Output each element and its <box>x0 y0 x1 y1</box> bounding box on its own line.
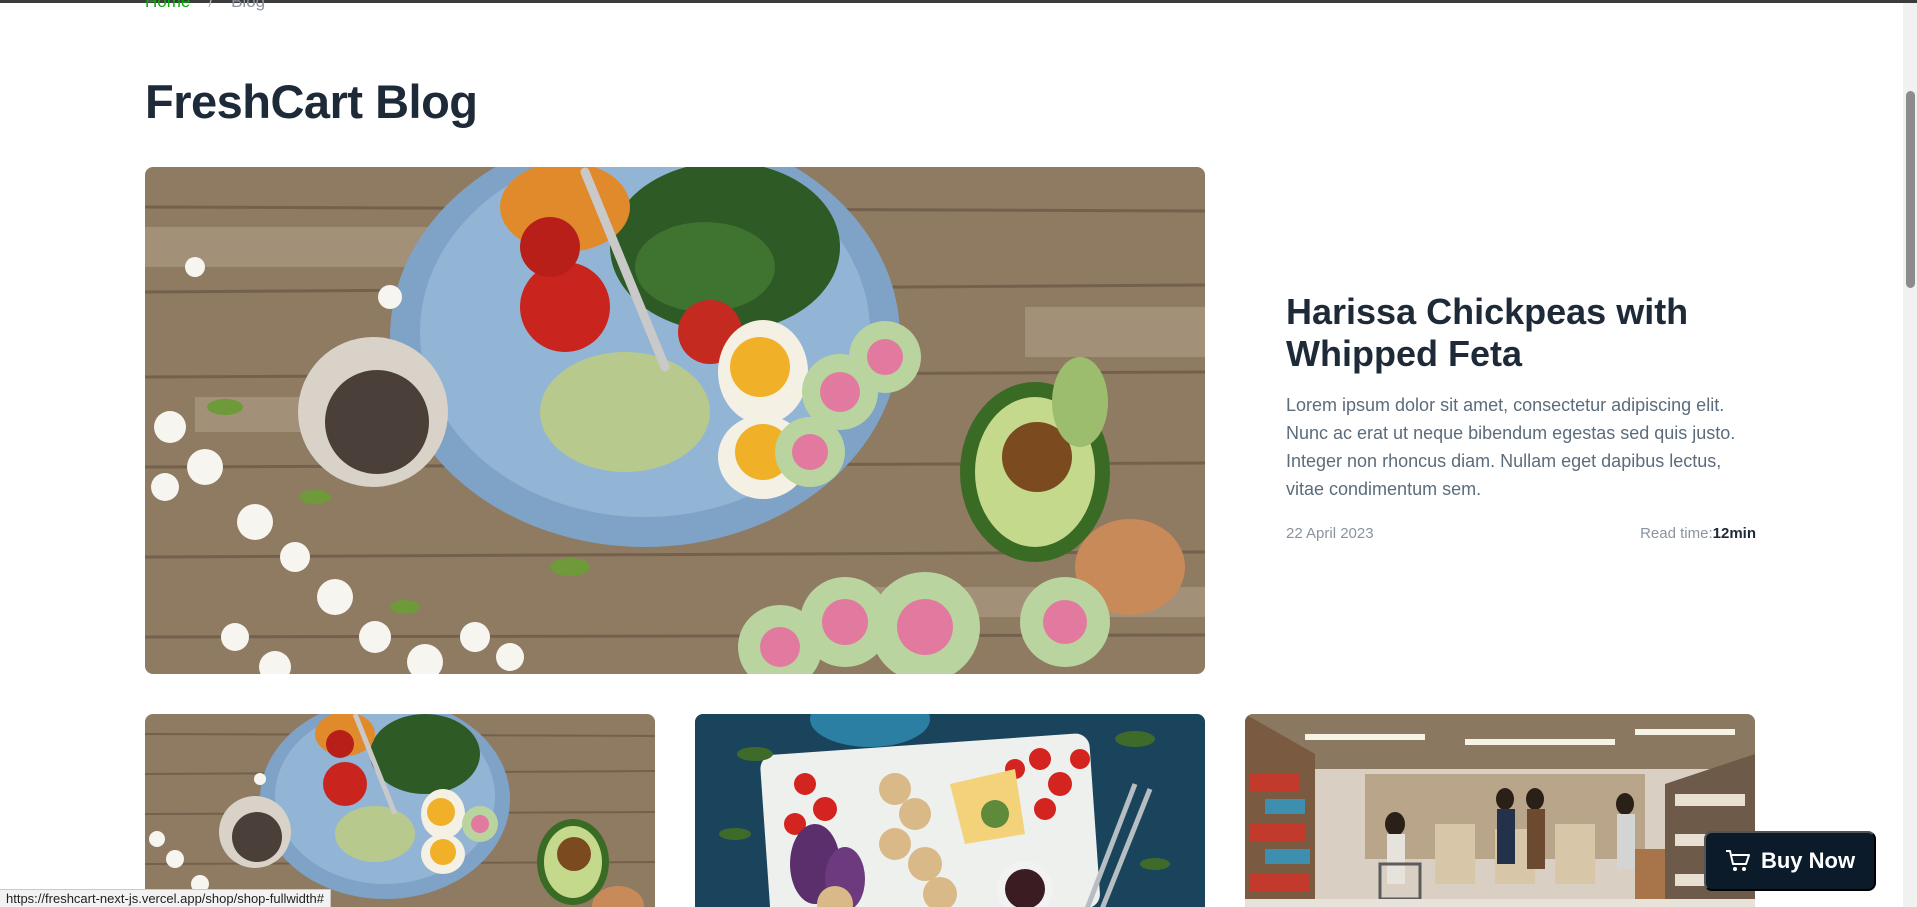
scrollbar-track[interactable] <box>1903 3 1917 907</box>
grocery-store-thumbnail <box>1245 714 1755 907</box>
blog-card-image-1[interactable] <box>145 714 655 907</box>
salad-bowl-thumbnail <box>145 714 655 907</box>
featured-post-read-time: Read time:12min <box>1640 525 1756 542</box>
featured-post-image[interactable] <box>145 167 1205 674</box>
featured-post-description: Lorem ipsum dolor sit amet, consectetur … <box>1286 395 1736 499</box>
read-time-value: 12min <box>1712 525 1756 542</box>
salad-bowl-illustration <box>145 167 1205 674</box>
featured-post-meta: 22 April 2023 Read time:12min <box>1286 525 1756 542</box>
cart-icon <box>1725 850 1750 871</box>
breadcrumb-separator: / <box>208 0 214 11</box>
status-bar-url: https://freshcart-next-js.vercel.app/sho… <box>0 889 331 907</box>
scrollbar-thumb[interactable] <box>1906 91 1915 288</box>
read-time-label: Read time: <box>1640 525 1713 542</box>
featured-post-content: Harissa Chickpeas with Whipped Feta Lore… <box>1286 291 1756 542</box>
blog-card-image-2[interactable] <box>695 714 1205 907</box>
breadcrumb: Home / Blog <box>145 0 265 12</box>
page-title: FreshCart Blog <box>145 75 478 128</box>
buy-now-label: Buy Now <box>1760 848 1856 873</box>
breadcrumb-home-link[interactable]: Home <box>145 0 190 12</box>
buy-now-button[interactable]: Buy Now <box>1704 831 1876 891</box>
breadcrumb-current: Blog <box>231 0 266 11</box>
fruit-platter-thumbnail <box>695 714 1205 907</box>
blog-card-image-3[interactable] <box>1245 714 1755 907</box>
top-border <box>0 0 1917 3</box>
featured-post-title[interactable]: Harissa Chickpeas with Whipped Feta <box>1286 291 1756 375</box>
featured-post-date: 22 April 2023 <box>1286 525 1374 542</box>
